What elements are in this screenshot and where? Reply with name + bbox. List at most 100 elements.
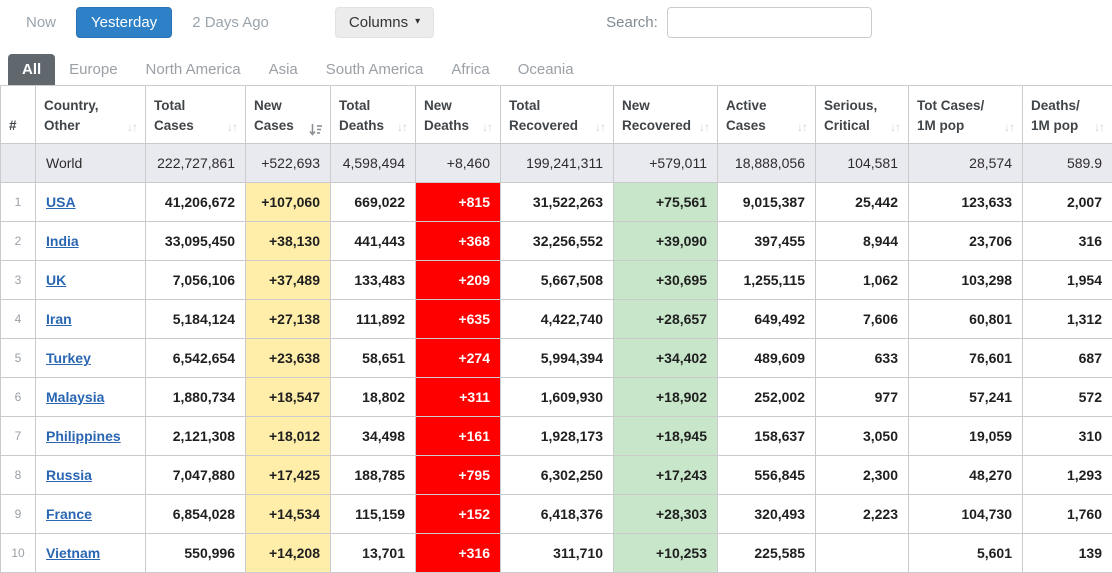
total-deaths-cell: 13,701 [331, 534, 416, 573]
sort-icon: ↓↑ [227, 118, 237, 136]
total-deaths-cell: 669,022 [331, 183, 416, 222]
world-total-cases: 222,727,861 [146, 144, 246, 183]
active-cases-cell: 158,637 [718, 417, 816, 456]
now-button[interactable]: Now [16, 8, 66, 37]
new-cases-cell: +23,638 [246, 339, 331, 378]
search-input[interactable] [667, 7, 872, 38]
new-recovered-cell: +34,402 [614, 339, 718, 378]
new-cases-cell: +18,547 [246, 378, 331, 417]
country-link[interactable]: UK [46, 272, 66, 288]
active-cases-cell: 489,609 [718, 339, 816, 378]
covid-stats-table: # Country, Other ↓↑ Total Cases ↓↑ New C… [0, 85, 1112, 573]
total-deaths-cell: 441,443 [331, 222, 416, 261]
header-cases-per-1m[interactable]: Tot Cases/ 1M pop ↓↑ [909, 86, 1023, 144]
yesterday-button[interactable]: Yesterday [76, 7, 172, 38]
header-total-recovered[interactable]: Total Recovered ↓↑ [501, 86, 614, 144]
world-total-deaths: 4,598,494 [331, 144, 416, 183]
rank-cell: 7 [1, 417, 36, 456]
columns-dropdown-button[interactable]: Columns ▾ [335, 7, 434, 38]
tab-europe[interactable]: Europe [55, 54, 131, 85]
two-days-ago-button[interactable]: 2 Days Ago [182, 8, 279, 37]
new-recovered-cell: +28,657 [614, 300, 718, 339]
sort-icon: ↓↑ [482, 118, 492, 136]
world-new-deaths: +8,460 [416, 144, 501, 183]
deaths-per-1m-cell: 1,312 [1023, 300, 1112, 339]
header-active-cases[interactable]: Active Cases ↓↑ [718, 86, 816, 144]
country-link[interactable]: Turkey [46, 350, 91, 366]
serious-critical-cell: 977 [816, 378, 909, 417]
tab-africa[interactable]: Africa [437, 54, 503, 85]
tab-asia[interactable]: Asia [255, 54, 312, 85]
header-total-deaths[interactable]: Total Deaths ↓↑ [331, 86, 416, 144]
new-recovered-cell: +28,303 [614, 495, 718, 534]
country-link[interactable]: India [46, 233, 79, 249]
total-deaths-cell: 34,498 [331, 417, 416, 456]
active-cases-cell: 225,585 [718, 534, 816, 573]
header-deaths-per-1m[interactable]: Deaths/ 1M pop ↓↑ [1023, 86, 1112, 144]
header-new-cases[interactable]: New Cases [246, 86, 331, 144]
cases-per-1m-cell: 123,633 [909, 183, 1023, 222]
cases-per-1m-cell: 60,801 [909, 300, 1023, 339]
deaths-per-1m-cell: 1,954 [1023, 261, 1112, 300]
deaths-per-1m-cell: 687 [1023, 339, 1112, 378]
header-row: # Country, Other ↓↑ Total Cases ↓↑ New C… [1, 86, 1112, 144]
sort-icon: ↓↑ [1004, 118, 1014, 136]
new-cases-cell: +18,012 [246, 417, 331, 456]
tab-oceania[interactable]: Oceania [504, 54, 588, 85]
country-link[interactable]: Vietnam [46, 545, 100, 561]
total-recovered-cell: 6,302,250 [501, 456, 614, 495]
total-recovered-cell: 1,928,173 [501, 417, 614, 456]
new-deaths-cell: +316 [416, 534, 501, 573]
table-row: 3 UK 7,056,106 +37,489 133,483 +209 5,66… [1, 261, 1112, 300]
new-deaths-cell: +161 [416, 417, 501, 456]
cases-per-1m-cell: 5,601 [909, 534, 1023, 573]
total-recovered-cell: 6,418,376 [501, 495, 614, 534]
header-new-recovered[interactable]: New Recovered ↓↑ [614, 86, 718, 144]
sort-desc-icon [309, 123, 322, 136]
country-link[interactable]: USA [46, 194, 76, 210]
serious-critical-cell: 25,442 [816, 183, 909, 222]
table-row: 1 USA 41,206,672 +107,060 669,022 +815 3… [1, 183, 1112, 222]
total-recovered-cell: 31,522,263 [501, 183, 614, 222]
sort-icon: ↓↑ [127, 118, 137, 136]
serious-critical-cell: 2,223 [816, 495, 909, 534]
total-cases-cell: 1,880,734 [146, 378, 246, 417]
total-recovered-cell: 32,256,552 [501, 222, 614, 261]
new-recovered-cell: +30,695 [614, 261, 718, 300]
new-cases-cell: +14,534 [246, 495, 331, 534]
header-new-deaths[interactable]: New Deaths ↓↑ [416, 86, 501, 144]
table-row: 10 Vietnam 550,996 +14,208 13,701 +316 3… [1, 534, 1112, 573]
sort-icon: ↓↑ [797, 118, 807, 136]
new-deaths-cell: +795 [416, 456, 501, 495]
sort-icon: ↓↑ [890, 118, 900, 136]
header-country[interactable]: Country, Other ↓↑ [36, 86, 146, 144]
table-row: 4 Iran 5,184,124 +27,138 111,892 +635 4,… [1, 300, 1112, 339]
country-link[interactable]: France [46, 506, 92, 522]
header-rank[interactable]: # [1, 86, 36, 144]
total-deaths-cell: 58,651 [331, 339, 416, 378]
deaths-per-1m-cell: 1,760 [1023, 495, 1112, 534]
tab-all[interactable]: All [8, 54, 55, 85]
sort-icon: ↓↑ [397, 118, 407, 136]
caret-down-icon: ▾ [415, 17, 420, 27]
total-deaths-cell: 133,483 [331, 261, 416, 300]
country-link[interactable]: Malaysia [46, 389, 104, 405]
country-link[interactable]: Russia [46, 467, 92, 483]
total-recovered-cell: 5,667,508 [501, 261, 614, 300]
country-link[interactable]: Iran [46, 311, 72, 327]
world-new-cases: +522,693 [246, 144, 331, 183]
total-recovered-cell: 311,710 [501, 534, 614, 573]
tab-south-america[interactable]: South America [312, 54, 438, 85]
rank-cell: 3 [1, 261, 36, 300]
toolbar: Now Yesterday 2 Days Ago Columns ▾ Searc… [0, 0, 1112, 42]
country-link[interactable]: Philippines [46, 428, 121, 444]
header-total-cases[interactable]: Total Cases ↓↑ [146, 86, 246, 144]
tab-north-america[interactable]: North America [132, 54, 255, 85]
new-recovered-cell: +18,945 [614, 417, 718, 456]
new-cases-cell: +37,489 [246, 261, 331, 300]
cases-per-1m-cell: 48,270 [909, 456, 1023, 495]
header-serious-critical[interactable]: Serious, Critical ↓↑ [816, 86, 909, 144]
total-cases-cell: 7,047,880 [146, 456, 246, 495]
serious-critical-cell: 3,050 [816, 417, 909, 456]
new-deaths-cell: +311 [416, 378, 501, 417]
